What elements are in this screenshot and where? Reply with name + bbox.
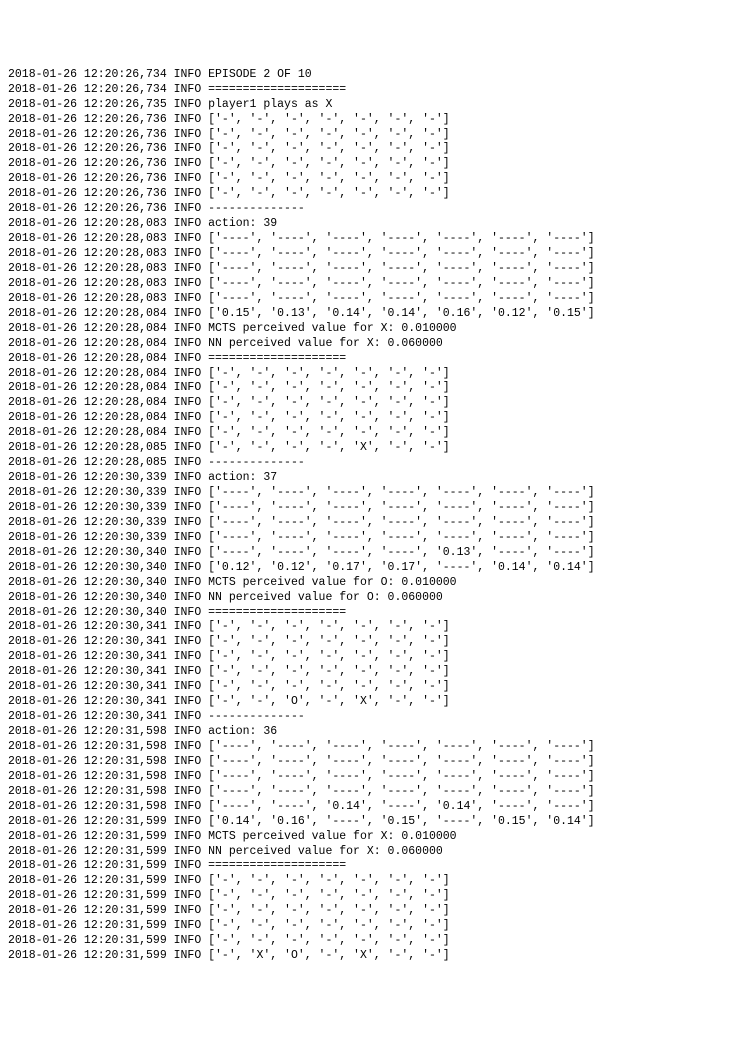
- log-line: 2018-01-26 12:20:31,599 INFO ['-', '-', …: [8, 919, 732, 934]
- log-line: 2018-01-26 12:20:30,340 INFO MCTS percei…: [8, 576, 732, 591]
- log-line: 2018-01-26 12:20:31,598 INFO ['----', '-…: [8, 800, 732, 815]
- log-line: 2018-01-26 12:20:31,598 INFO action: 36: [8, 725, 732, 740]
- log-line: 2018-01-26 12:20:26,736 INFO -----------…: [8, 202, 732, 217]
- log-line: 2018-01-26 12:20:30,340 INFO NN perceive…: [8, 591, 732, 606]
- log-line: 2018-01-26 12:20:26,735 INFO player1 pla…: [8, 98, 732, 113]
- log-line: 2018-01-26 12:20:31,598 INFO ['----', '-…: [8, 770, 732, 785]
- log-line: 2018-01-26 12:20:30,339 INFO action: 37: [8, 471, 732, 486]
- log-line: 2018-01-26 12:20:31,599 INFO ['-', '-', …: [8, 904, 732, 919]
- log-line: 2018-01-26 12:20:30,341 INFO -----------…: [8, 710, 732, 725]
- log-line: 2018-01-26 12:20:28,084 INFO ['-', '-', …: [8, 396, 732, 411]
- log-line: 2018-01-26 12:20:28,084 INFO ===========…: [8, 352, 732, 367]
- log-line: 2018-01-26 12:20:28,084 INFO MCTS percei…: [8, 322, 732, 337]
- log-line: 2018-01-26 12:20:31,598 INFO ['----', '-…: [8, 740, 732, 755]
- log-line: 2018-01-26 12:20:28,084 INFO ['-', '-', …: [8, 381, 732, 396]
- log-line: 2018-01-26 12:20:30,341 INFO ['-', '-', …: [8, 620, 732, 635]
- log-line: 2018-01-26 12:20:31,599 INFO NN perceive…: [8, 845, 732, 860]
- log-line: 2018-01-26 12:20:30,340 INFO ['----', '-…: [8, 546, 732, 561]
- log-line: 2018-01-26 12:20:31,599 INFO ['0.14', '0…: [8, 815, 732, 830]
- log-line: 2018-01-26 12:20:31,599 INFO ['-', '-', …: [8, 934, 732, 949]
- log-line: 2018-01-26 12:20:28,083 INFO ['----', '-…: [8, 292, 732, 307]
- log-line: 2018-01-26 12:20:28,084 INFO ['-', '-', …: [8, 367, 732, 382]
- log-output: 2018-01-26 12:20:26,734 INFO EPISODE 2 O…: [8, 68, 732, 964]
- log-line: 2018-01-26 12:20:28,083 INFO ['----', '-…: [8, 232, 732, 247]
- log-line: 2018-01-26 12:20:26,736 INFO ['-', '-', …: [8, 157, 732, 172]
- log-line: 2018-01-26 12:20:26,736 INFO ['-', '-', …: [8, 142, 732, 157]
- log-line: 2018-01-26 12:20:31,599 INFO ===========…: [8, 859, 732, 874]
- log-line: 2018-01-26 12:20:31,598 INFO ['----', '-…: [8, 785, 732, 800]
- log-line: 2018-01-26 12:20:30,339 INFO ['----', '-…: [8, 516, 732, 531]
- log-line: 2018-01-26 12:20:28,083 INFO ['----', '-…: [8, 277, 732, 292]
- log-line: 2018-01-26 12:20:30,341 INFO ['-', '-', …: [8, 635, 732, 650]
- log-line: 2018-01-26 12:20:30,339 INFO ['----', '-…: [8, 531, 732, 546]
- log-line: 2018-01-26 12:20:26,734 INFO ===========…: [8, 83, 732, 98]
- log-line: 2018-01-26 12:20:30,341 INFO ['-', '-', …: [8, 695, 732, 710]
- log-line: 2018-01-26 12:20:28,085 INFO -----------…: [8, 456, 732, 471]
- log-line: 2018-01-26 12:20:28,084 INFO ['-', '-', …: [8, 411, 732, 426]
- log-line: 2018-01-26 12:20:26,736 INFO ['-', '-', …: [8, 187, 732, 202]
- log-line: 2018-01-26 12:20:28,084 INFO ['0.15', '0…: [8, 307, 732, 322]
- log-line: 2018-01-26 12:20:26,736 INFO ['-', '-', …: [8, 128, 732, 143]
- log-line: 2018-01-26 12:20:30,339 INFO ['----', '-…: [8, 486, 732, 501]
- log-line: 2018-01-26 12:20:30,340 INFO ===========…: [8, 606, 732, 621]
- log-line: 2018-01-26 12:20:26,736 INFO ['-', '-', …: [8, 172, 732, 187]
- log-line: 2018-01-26 12:20:31,598 INFO ['----', '-…: [8, 755, 732, 770]
- log-line: 2018-01-26 12:20:30,340 INFO ['0.12', '0…: [8, 561, 732, 576]
- log-line: 2018-01-26 12:20:26,734 INFO EPISODE 2 O…: [8, 68, 732, 83]
- log-line: 2018-01-26 12:20:28,084 INFO NN perceive…: [8, 337, 732, 352]
- log-line: 2018-01-26 12:20:28,083 INFO ['----', '-…: [8, 247, 732, 262]
- log-line: 2018-01-26 12:20:28,085 INFO ['-', '-', …: [8, 441, 732, 456]
- log-line: 2018-01-26 12:20:30,341 INFO ['-', '-', …: [8, 665, 732, 680]
- log-line: 2018-01-26 12:20:31,599 INFO ['-', '-', …: [8, 889, 732, 904]
- log-line: 2018-01-26 12:20:30,341 INFO ['-', '-', …: [8, 680, 732, 695]
- log-line: 2018-01-26 12:20:30,339 INFO ['----', '-…: [8, 501, 732, 516]
- log-line: 2018-01-26 12:20:28,083 INFO action: 39: [8, 217, 732, 232]
- log-line: 2018-01-26 12:20:31,599 INFO ['-', 'X', …: [8, 949, 732, 964]
- log-line: 2018-01-26 12:20:26,736 INFO ['-', '-', …: [8, 113, 732, 128]
- log-line: 2018-01-26 12:20:31,599 INFO MCTS percei…: [8, 830, 732, 845]
- log-line: 2018-01-26 12:20:28,083 INFO ['----', '-…: [8, 262, 732, 277]
- log-line: 2018-01-26 12:20:28,084 INFO ['-', '-', …: [8, 426, 732, 441]
- log-line: 2018-01-26 12:20:31,599 INFO ['-', '-', …: [8, 874, 732, 889]
- log-line: 2018-01-26 12:20:30,341 INFO ['-', '-', …: [8, 650, 732, 665]
